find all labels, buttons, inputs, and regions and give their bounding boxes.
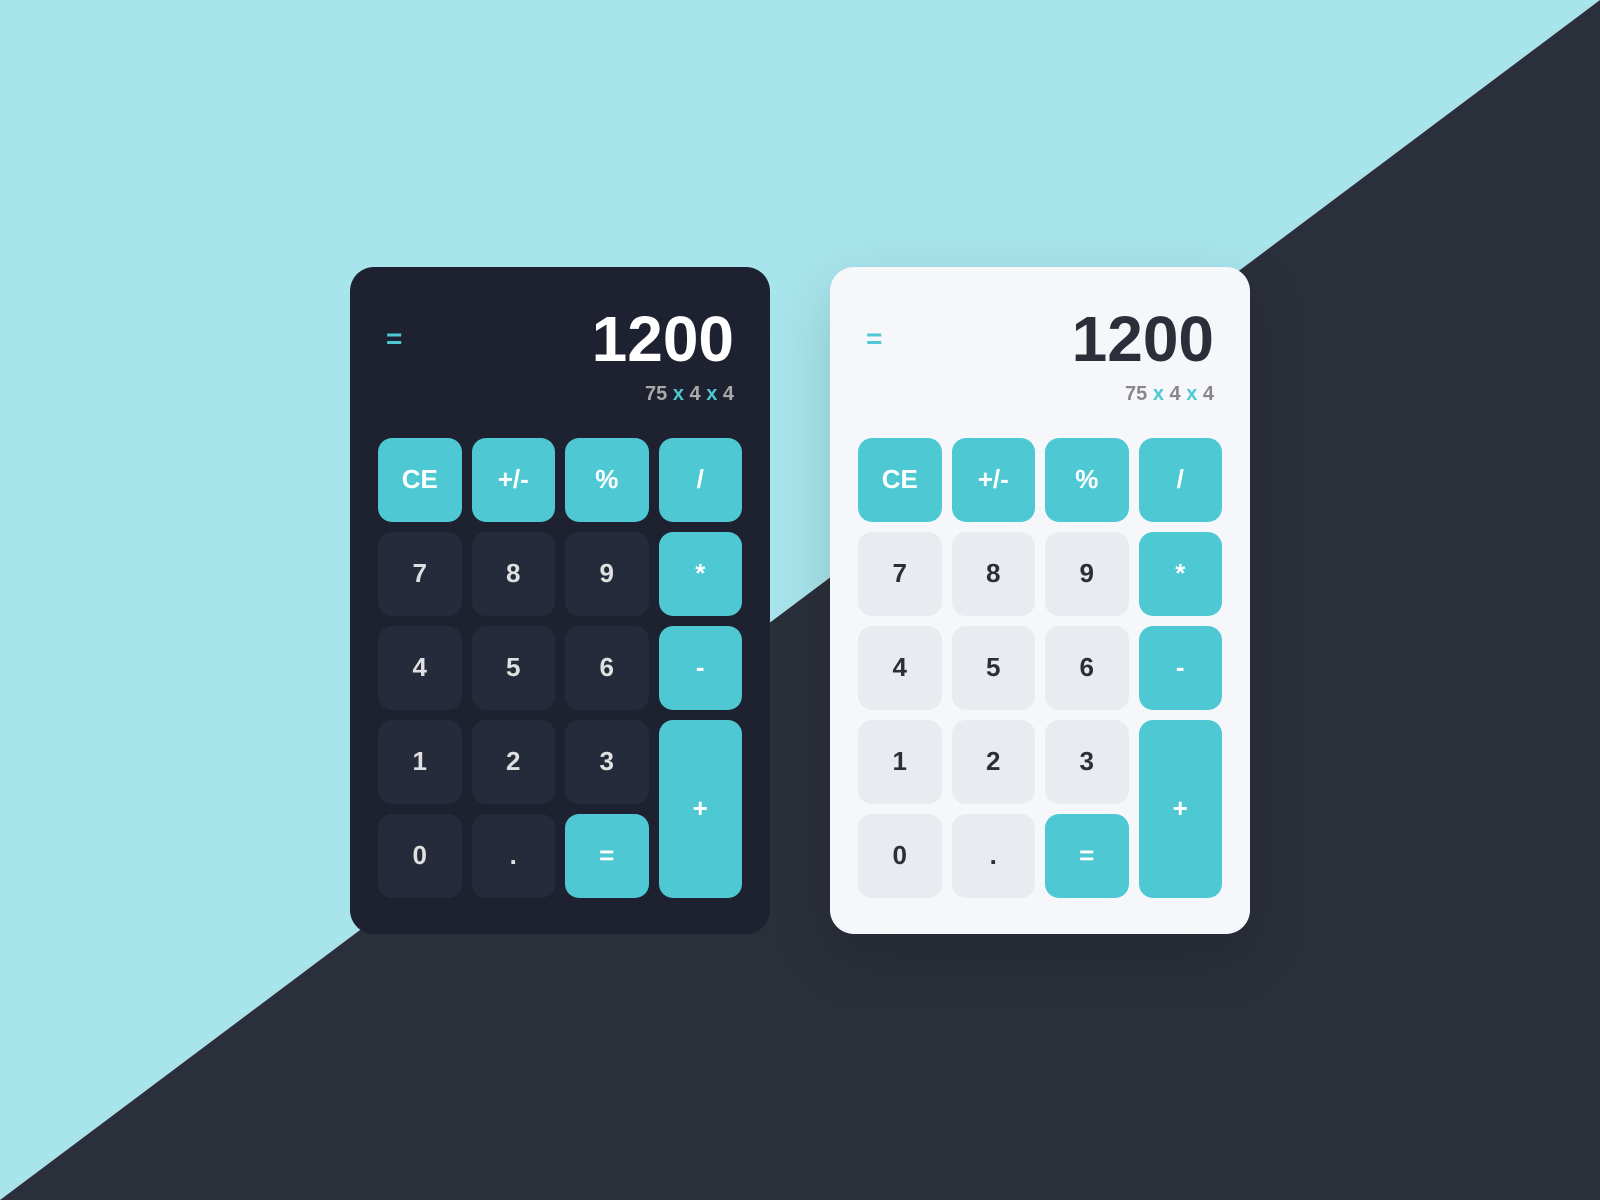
dark-display-top: = 1200: [386, 307, 734, 371]
light-display-top: = 1200: [866, 307, 1214, 371]
dark-btn-4[interactable]: 4: [378, 626, 462, 710]
dark-btn-0[interactable]: 0: [378, 814, 462, 898]
dark-btn-3[interactable]: 3: [565, 720, 649, 804]
dark-btn-multiply[interactable]: *: [659, 532, 743, 616]
light-btn-ce[interactable]: CE: [858, 438, 942, 522]
light-display: = 1200 75 x 4 x 4: [858, 299, 1222, 422]
light-btn-decimal[interactable]: .: [952, 814, 1036, 898]
light-main-value: 1200: [1072, 307, 1214, 371]
dark-main-value: 1200: [592, 307, 734, 371]
light-btn-equals[interactable]: =: [1045, 814, 1129, 898]
dark-expression: 75 x 4 x 4: [386, 383, 734, 406]
light-btn-plusminus[interactable]: +/-: [952, 438, 1036, 522]
dark-btn-plusminus[interactable]: +/-: [472, 438, 556, 522]
light-btn-subtract[interactable]: -: [1139, 626, 1223, 710]
dark-btn-equals[interactable]: =: [565, 814, 649, 898]
light-btn-percent[interactable]: %: [1045, 438, 1129, 522]
light-btn-divide[interactable]: /: [1139, 438, 1223, 522]
scene: = 1200 75 x 4 x 4 CE +/- % / 7 8 9 * 4 5…: [0, 0, 1600, 1200]
light-btn-1[interactable]: 1: [858, 720, 942, 804]
dark-btn-8[interactable]: 8: [472, 532, 556, 616]
dark-btn-ce[interactable]: CE: [378, 438, 462, 522]
dark-btn-5[interactable]: 5: [472, 626, 556, 710]
dark-equals-icon: =: [386, 325, 402, 353]
dark-btn-percent[interactable]: %: [565, 438, 649, 522]
light-btn-7[interactable]: 7: [858, 532, 942, 616]
light-btn-0[interactable]: 0: [858, 814, 942, 898]
dark-btn-divide[interactable]: /: [659, 438, 743, 522]
light-btn-9[interactable]: 9: [1045, 532, 1129, 616]
light-btn-3[interactable]: 3: [1045, 720, 1129, 804]
light-calculator: = 1200 75 x 4 x 4 CE +/- % / 7 8 9 * 4 5…: [830, 267, 1250, 934]
dark-btn-decimal[interactable]: .: [472, 814, 556, 898]
light-btn-add[interactable]: +: [1139, 720, 1223, 898]
dark-btn-9[interactable]: 9: [565, 532, 649, 616]
light-btn-6[interactable]: 6: [1045, 626, 1129, 710]
dark-display: = 1200 75 x 4 x 4: [378, 299, 742, 422]
dark-btn-2[interactable]: 2: [472, 720, 556, 804]
dark-btn-7[interactable]: 7: [378, 532, 462, 616]
dark-btn-subtract[interactable]: -: [659, 626, 743, 710]
dark-btn-1[interactable]: 1: [378, 720, 462, 804]
light-equals-icon: =: [866, 325, 882, 353]
dark-btn-add[interactable]: +: [659, 720, 743, 898]
light-expression: 75 x 4 x 4: [866, 383, 1214, 406]
light-button-grid: CE +/- % / 7 8 9 * 4 5 6 - 1 2 3 + 0 . =: [858, 438, 1222, 898]
light-btn-4[interactable]: 4: [858, 626, 942, 710]
dark-button-grid: CE +/- % / 7 8 9 * 4 5 6 - 1 2 3 + 0 . =: [378, 438, 742, 898]
light-btn-8[interactable]: 8: [952, 532, 1036, 616]
light-btn-multiply[interactable]: *: [1139, 532, 1223, 616]
dark-btn-6[interactable]: 6: [565, 626, 649, 710]
light-btn-2[interactable]: 2: [952, 720, 1036, 804]
dark-calculator: = 1200 75 x 4 x 4 CE +/- % / 7 8 9 * 4 5…: [350, 267, 770, 934]
light-btn-5[interactable]: 5: [952, 626, 1036, 710]
